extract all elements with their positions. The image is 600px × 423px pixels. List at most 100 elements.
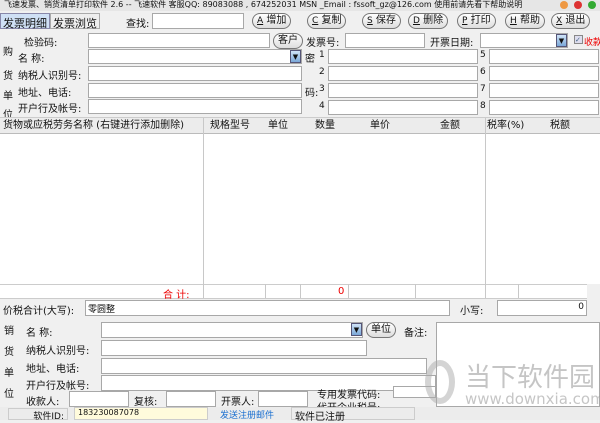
column-header: 税率(%)	[487, 120, 525, 131]
buyer-address-label: 地址、电话:	[18, 88, 72, 99]
column-header: 货物或应税劳务名称 (右键进行添加删除)	[3, 120, 184, 131]
date-dropdown-icon[interactable]: ▼	[556, 34, 567, 47]
cipher-input[interactable]	[489, 49, 599, 64]
buyer-panel: 购 货 单 位 检验码: 客户 名 称: ▼ 纳税人识别号: 地址、电话: 开户…	[0, 31, 600, 121]
drawer-label: 开票人:	[221, 397, 255, 408]
cipher-input[interactable]	[489, 83, 599, 98]
button-label: 帮助	[519, 15, 540, 26]
column-header: 数量	[315, 120, 335, 131]
software-id-value: 183230087078	[74, 407, 208, 420]
watermark-text: 当下软件园	[465, 363, 596, 393]
cipher-label-bottom: 码:	[305, 88, 319, 99]
grid-divider	[518, 284, 519, 298]
seller-side-label-0: 销	[4, 326, 14, 337]
seller-address-label: 地址、电话:	[26, 364, 80, 375]
cipher-input[interactable]	[328, 49, 478, 64]
invoice-date-label: 开票日期:	[430, 38, 474, 49]
buyer-name-dropdown-icon[interactable]: ▼	[290, 50, 301, 63]
toolbar-button-5[interactable]: H 帮助	[505, 13, 545, 29]
buyer-side-label-2: 单	[3, 91, 13, 102]
shortcut-key: S	[367, 16, 373, 26]
seller-tax-id-input[interactable]	[101, 340, 367, 356]
seller-name-label: 名 称:	[26, 328, 53, 339]
review-label: 复核:	[134, 397, 158, 408]
watermark-logo-icon	[425, 360, 455, 404]
invoice-no-input[interactable]	[345, 33, 425, 48]
buyer-name-label: 名 称:	[18, 54, 45, 65]
cipher-input[interactable]	[489, 66, 599, 81]
buyer-tax-id-input[interactable]	[88, 66, 302, 81]
total-label: 合 计:	[163, 290, 190, 301]
registered-status: 软件已注册	[291, 407, 415, 423]
cipher-number: 4	[319, 101, 325, 111]
shortcut-key: X	[556, 16, 563, 26]
tab-invoice-browse[interactable]: 发票浏览	[50, 13, 100, 30]
toolbar-button-3[interactable]: D 删除	[408, 13, 449, 29]
cipher-number: 8	[480, 101, 486, 111]
app-title: 飞速发票、销货清单打印软件 2.6 -- 飞速软件 客服QQ: 89083088…	[4, 0, 523, 9]
buyer-side-label-0: 购	[3, 47, 13, 58]
buyer-address-input[interactable]	[88, 83, 302, 98]
search-label: 查找:	[126, 19, 150, 30]
buyer-tax-id-label: 纳税人识别号:	[18, 71, 82, 82]
button-label: 退出	[565, 15, 586, 26]
check-code-input[interactable]	[88, 33, 270, 48]
cipher-number: 2	[319, 67, 325, 77]
total-amount: 0	[338, 286, 345, 297]
cipher-number: 6	[480, 67, 486, 77]
toolbar-button-1[interactable]: C 复制	[307, 13, 347, 29]
close-window-button[interactable]	[560, 1, 568, 9]
tax-total-upper: 零圆整	[85, 300, 450, 316]
cipher-input[interactable]	[328, 100, 478, 115]
seller-tax-id-label: 纳税人识别号:	[26, 346, 90, 357]
drawer-input[interactable]	[258, 391, 308, 407]
payee-input[interactable]	[69, 391, 129, 407]
buyer-name-select[interactable]	[88, 49, 302, 64]
cipher-number: 7	[480, 84, 486, 94]
remark-label: 备注:	[404, 328, 428, 339]
grid-divider	[415, 284, 416, 298]
seller-side-label-1: 货	[4, 347, 14, 358]
buyer-bank-input[interactable]	[88, 99, 302, 114]
column-header: 单价	[370, 120, 390, 131]
button-label: 打印	[470, 15, 491, 26]
cipher-number: 1	[319, 50, 325, 60]
watermark-url: www.downxia.com	[465, 390, 600, 408]
toolbar-button-0[interactable]: A 增加	[252, 13, 292, 29]
button-label: 复制	[321, 15, 342, 26]
cipher-input[interactable]	[328, 83, 478, 98]
cipher-input[interactable]	[489, 100, 599, 115]
seller-bank-input[interactable]	[101, 375, 436, 391]
receipt-checkbox[interactable]: ✓	[574, 35, 583, 44]
invoice-date-input[interactable]	[480, 33, 568, 48]
button-label: 保存	[375, 15, 396, 26]
maximize-window-button[interactable]	[588, 1, 596, 9]
invoice-no-label: 发票号:	[306, 38, 340, 49]
send-registration-email-link[interactable]: 发送注册邮件	[220, 408, 274, 421]
review-input[interactable]	[166, 391, 216, 407]
buyer-bank-label: 开户行及帐号:	[18, 104, 82, 115]
unit-button[interactable]: 单位	[366, 322, 396, 338]
status-bar: 软件ID: 183230087078 发送注册邮件 软件已注册	[0, 407, 600, 423]
search-input[interactable]	[152, 13, 244, 29]
seller-address-input[interactable]	[101, 358, 427, 374]
buyer-side-label-1: 货	[3, 71, 13, 82]
items-grid[interactable]	[0, 134, 600, 284]
seller-name-select[interactable]	[101, 322, 363, 338]
customer-button[interactable]: 客户	[273, 33, 303, 49]
grid-divider	[203, 118, 204, 298]
seller-side-label-2: 单	[4, 368, 14, 379]
column-header: 规格型号	[210, 120, 250, 131]
toolbar-button-6[interactable]: X 退出	[551, 13, 591, 29]
minimize-window-button[interactable]	[574, 1, 582, 9]
shortcut-key: C	[312, 16, 319, 26]
software-id-label: 软件ID:	[8, 408, 68, 422]
tab-invoice-detail[interactable]: 发票明细	[0, 13, 50, 30]
seller-name-dropdown-icon[interactable]: ▼	[351, 323, 362, 336]
toolbar-button-2[interactable]: S 保存	[362, 13, 401, 29]
check-code-label: 检验码:	[24, 38, 58, 49]
column-header: 金额	[440, 120, 460, 131]
seller-bank-label: 开户行及帐号:	[26, 381, 90, 392]
toolbar-button-4[interactable]: P 打印	[457, 13, 496, 29]
cipher-input[interactable]	[328, 66, 478, 81]
